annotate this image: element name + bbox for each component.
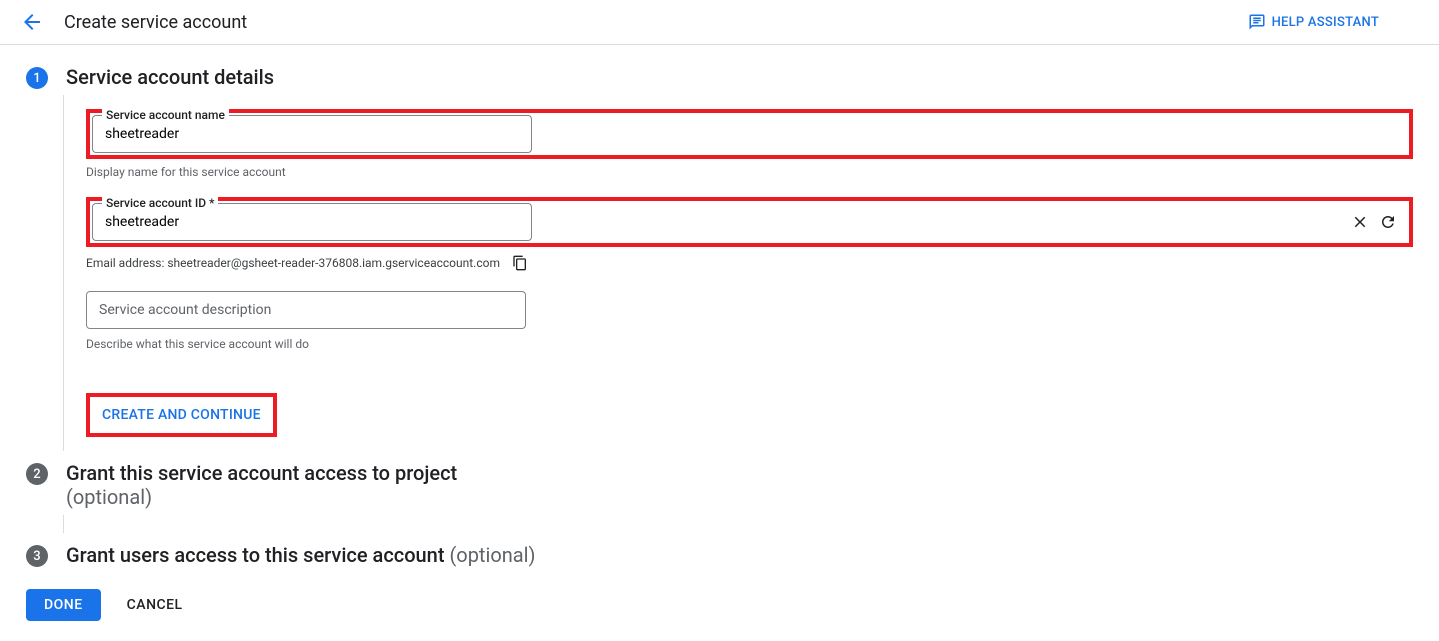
- step-1-number: 1: [26, 67, 48, 89]
- close-icon: [1351, 213, 1369, 231]
- name-label: Service account name: [102, 108, 229, 122]
- page-header: Create service account HELP ASSISTANT: [0, 0, 1439, 45]
- create-continue-highlight: CREATE AND CONTINUE: [86, 393, 277, 437]
- page-title: Create service account: [64, 12, 247, 33]
- refresh-id-button[interactable]: [1379, 213, 1397, 231]
- copy-email-button[interactable]: [512, 255, 528, 271]
- step-2-number: 2: [26, 463, 48, 485]
- footer-buttons: DONE CANCEL: [26, 589, 1413, 621]
- cancel-button[interactable]: CANCEL: [115, 589, 195, 621]
- step-3-title: Grant users access to this service accou…: [66, 543, 1413, 567]
- arrow-left-icon: [20, 10, 44, 34]
- step-1-title: Service account details: [66, 65, 1413, 89]
- help-assistant-button[interactable]: HELP ASSISTANT: [1248, 13, 1379, 31]
- help-assistant-label: HELP ASSISTANT: [1272, 15, 1379, 30]
- step-1-body: Service account name Display name for th…: [63, 95, 1413, 451]
- step-3-number: 3: [26, 545, 48, 567]
- chat-icon: [1248, 13, 1266, 31]
- email-text: Email address: sheetreader@gsheet-reader…: [86, 256, 500, 270]
- step-3-optional: (optional): [449, 543, 535, 567]
- id-label: Service account ID *: [102, 196, 218, 210]
- done-button[interactable]: DONE: [26, 589, 101, 621]
- description-helper: Describe what this service account will …: [86, 337, 1413, 351]
- create-and-continue-button[interactable]: CREATE AND CONTINUE: [94, 403, 269, 427]
- step-2: 2 Grant this service account access to p…: [26, 461, 1413, 509]
- step-2-title: Grant this service account access to pro…: [66, 461, 1413, 509]
- refresh-icon: [1379, 213, 1397, 231]
- back-arrow-button[interactable]: [20, 10, 44, 34]
- email-address-line: Email address: sheetreader@gsheet-reader…: [86, 255, 1413, 271]
- main-content: 1 Service account details Service accoun…: [0, 45, 1439, 641]
- clear-id-button[interactable]: [1351, 213, 1369, 231]
- service-account-id-field-highlight: Service account ID *: [86, 197, 1413, 247]
- copy-icon: [512, 255, 528, 271]
- step-connector-2-3: [63, 515, 64, 533]
- description-field: [86, 291, 1413, 329]
- service-account-name-field-highlight: Service account name: [86, 109, 1413, 159]
- service-account-description-input[interactable]: [86, 291, 526, 329]
- step-1: 1 Service account details: [26, 65, 1413, 89]
- step-2-optional: (optional): [66, 485, 152, 509]
- step-3: 3 Grant users access to this service acc…: [26, 543, 1413, 567]
- name-helper: Display name for this service account: [86, 165, 1413, 179]
